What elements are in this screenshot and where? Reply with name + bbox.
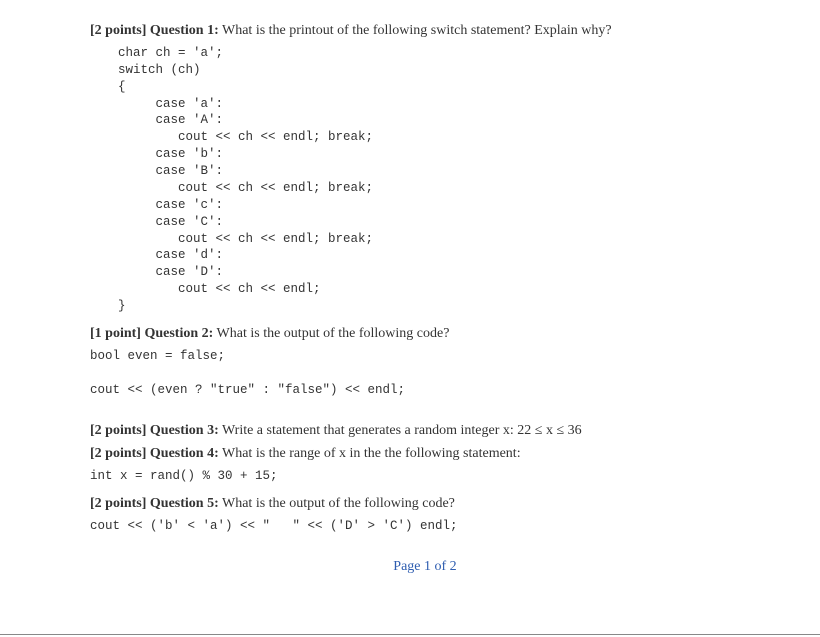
q2-prompt: What is the output of the following code…	[217, 326, 450, 341]
q2-heading: [1 point] Question 2: What is the output…	[90, 325, 760, 344]
q4-prompt: What is the range of x in the the follow…	[222, 446, 521, 461]
q1-prompt: What is the printout of the following sw…	[222, 23, 612, 38]
q2-title: Question 2:	[144, 326, 213, 341]
spacer	[90, 408, 760, 418]
bottom-border	[0, 634, 820, 635]
q1-heading: [2 points] Question 1: What is the print…	[90, 22, 760, 41]
q3-prompt: Write a statement that generates a rando…	[222, 423, 582, 438]
q1-points: [2 points]	[90, 23, 146, 38]
q2-code: bool even = false; cout << (even ? "true…	[90, 348, 760, 399]
q5-code: cout << ('b' < 'a') << " " << ('D' > 'C'…	[90, 518, 760, 535]
q1-code: char ch = 'a'; switch (ch) { case 'a': c…	[118, 45, 760, 315]
q2-points: [1 point]	[90, 326, 141, 341]
q5-points: [2 points]	[90, 496, 146, 511]
page-content: [2 points] Question 1: What is the print…	[0, 0, 820, 575]
q4-heading: [2 points] Question 4: What is the range…	[90, 445, 760, 464]
q5-heading: [2 points] Question 5: What is the outpu…	[90, 495, 760, 514]
q5-prompt: What is the output of the following code…	[222, 496, 455, 511]
q4-title: Question 4:	[150, 446, 219, 461]
page-footer: Page 1 of 2	[90, 559, 760, 575]
q5-title: Question 5:	[150, 496, 219, 511]
q1-title: Question 1:	[150, 23, 219, 38]
q3-points: [2 points]	[90, 423, 146, 438]
q3-heading: [2 points] Question 3: Write a statement…	[90, 422, 760, 441]
q3-title: Question 3:	[150, 423, 219, 438]
q4-code: int x = rand() % 30 + 15;	[90, 468, 760, 485]
q4-points: [2 points]	[90, 446, 146, 461]
